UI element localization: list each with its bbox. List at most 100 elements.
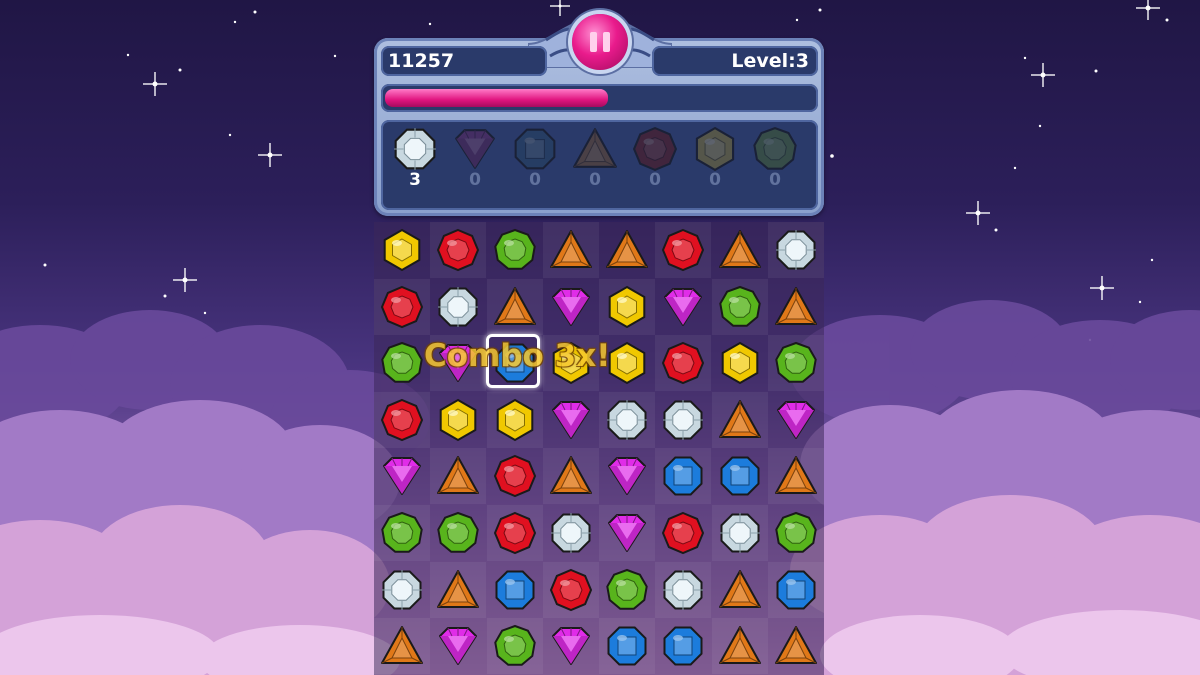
board-cell[interactable] <box>599 391 655 448</box>
board-cell[interactable] <box>655 335 712 392</box>
board-cell[interactable] <box>543 618 599 674</box>
orange-gem[interactable] <box>493 285 537 329</box>
orange-gem[interactable] <box>549 454 593 498</box>
board-cell[interactable] <box>599 562 655 618</box>
board-cell[interactable] <box>767 561 824 618</box>
board-cell[interactable] <box>487 222 543 278</box>
orange-gem[interactable] <box>436 454 480 498</box>
yellow-gem[interactable] <box>718 341 762 385</box>
blue-gem[interactable] <box>774 568 818 612</box>
orange-gem[interactable] <box>774 454 818 498</box>
board-cell[interactable] <box>430 392 486 448</box>
board-cell[interactable] <box>655 561 712 618</box>
board-cell[interactable] <box>768 505 824 561</box>
red-gem[interactable] <box>380 398 424 442</box>
board-cell[interactable] <box>543 505 599 561</box>
green-gem[interactable] <box>718 285 762 329</box>
board-cell[interactable] <box>374 391 430 448</box>
purple-gem[interactable] <box>549 624 593 668</box>
board-cell[interactable] <box>767 335 824 392</box>
board-cell[interactable] <box>430 618 486 674</box>
orange-gem[interactable] <box>549 228 593 272</box>
green-gem[interactable] <box>774 341 818 385</box>
yellow-gem[interactable] <box>605 285 649 329</box>
board-cell[interactable] <box>767 222 824 278</box>
board-cell[interactable] <box>430 279 486 335</box>
green-gem[interactable] <box>493 624 537 668</box>
board-cell[interactable] <box>543 279 599 335</box>
blue-gem[interactable] <box>718 454 762 498</box>
board-cell[interactable] <box>486 505 543 561</box>
purple-gem[interactable] <box>774 398 818 442</box>
board-cell[interactable] <box>655 222 712 278</box>
orange-gem[interactable] <box>380 624 424 668</box>
orange-gem[interactable] <box>718 398 762 442</box>
board-cell[interactable] <box>486 618 543 675</box>
board-cell[interactable] <box>655 505 711 561</box>
board-cell[interactable] <box>768 618 824 674</box>
white-gem[interactable] <box>661 568 705 612</box>
board-cell[interactable] <box>712 562 768 618</box>
yellow-gem[interactable] <box>436 398 480 442</box>
white-gem[interactable] <box>605 398 649 442</box>
board-cell[interactable] <box>486 278 543 335</box>
blue-gem[interactable] <box>493 568 537 612</box>
purple-gem[interactable] <box>436 624 480 668</box>
board-cell[interactable] <box>374 505 430 561</box>
orange-gem[interactable] <box>718 228 762 272</box>
orange-gem[interactable] <box>718 624 762 668</box>
board-cell[interactable] <box>487 448 543 504</box>
board-cell[interactable] <box>712 448 768 504</box>
board-cell[interactable] <box>486 391 543 448</box>
board-cell[interactable] <box>430 505 486 561</box>
white-gem[interactable] <box>380 568 424 612</box>
board-cell[interactable] <box>712 222 768 278</box>
board-cell[interactable] <box>430 222 487 278</box>
yellow-gem[interactable] <box>493 398 537 442</box>
board-cell[interactable] <box>711 278 768 335</box>
orange-gem[interactable] <box>774 624 818 668</box>
board-cell[interactable] <box>767 448 824 505</box>
orange-gem[interactable] <box>436 568 480 612</box>
red-gem[interactable] <box>436 228 480 272</box>
purple-gem[interactable] <box>380 454 424 498</box>
board-cell[interactable] <box>374 618 430 675</box>
blue-gem[interactable] <box>605 624 649 668</box>
yellow-gem[interactable] <box>380 228 424 272</box>
purple-gem[interactable] <box>549 285 593 329</box>
yellow-gem[interactable] <box>605 341 649 385</box>
board-cell[interactable] <box>712 335 768 391</box>
purple-gem[interactable] <box>549 398 593 442</box>
board-cell[interactable] <box>655 618 711 674</box>
board-cell[interactable] <box>655 448 712 505</box>
green-gem[interactable] <box>605 568 649 612</box>
board-cell[interactable] <box>711 391 768 448</box>
red-gem[interactable] <box>380 285 424 329</box>
green-gem[interactable] <box>436 511 480 555</box>
white-gem[interactable] <box>549 511 593 555</box>
purple-gem[interactable] <box>605 511 649 555</box>
red-gem[interactable] <box>661 228 705 272</box>
green-gem[interactable] <box>774 511 818 555</box>
orange-gem[interactable] <box>774 285 818 329</box>
board-cell[interactable] <box>599 618 655 675</box>
board-cell[interactable] <box>374 448 430 504</box>
blue-gem[interactable] <box>661 454 705 498</box>
green-gem[interactable] <box>493 228 537 272</box>
board-cell[interactable] <box>655 279 711 335</box>
white-gem[interactable] <box>436 285 480 329</box>
board-cell[interactable] <box>542 448 599 505</box>
board-cell[interactable] <box>374 335 430 391</box>
white-gem[interactable] <box>661 398 705 442</box>
green-gem[interactable] <box>380 341 424 385</box>
red-gem[interactable] <box>661 511 705 555</box>
board-cell[interactable] <box>374 222 430 278</box>
board-cell[interactable] <box>430 561 487 618</box>
board-cell[interactable] <box>430 448 487 505</box>
red-gem[interactable] <box>493 454 537 498</box>
board-cell[interactable] <box>374 278 430 335</box>
pause-button[interactable] <box>572 14 628 70</box>
white-gem[interactable] <box>774 228 818 272</box>
board-cell[interactable] <box>487 562 543 618</box>
board-cell[interactable] <box>599 505 655 561</box>
